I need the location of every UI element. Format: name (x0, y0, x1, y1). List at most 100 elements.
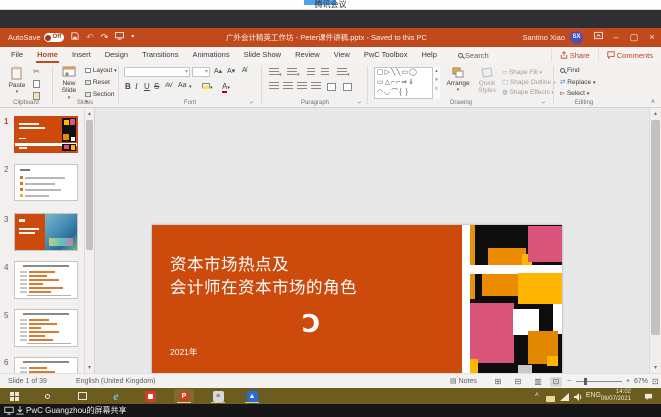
align-left-icon[interactable] (269, 82, 279, 92)
task-view-icon[interactable] (72, 389, 92, 403)
blue-app-icon[interactable]: ▲ (242, 389, 262, 403)
zoom-in-button[interactable]: + (626, 374, 630, 389)
notes-app-icon[interactable]: ≡ (208, 389, 228, 403)
layout-button[interactable]: Layout ▾ (85, 67, 117, 74)
character-spacing-button[interactable]: AV (165, 82, 172, 89)
search-box[interactable]: Search (458, 51, 489, 60)
start-button[interactable] (4, 389, 24, 403)
tab-help[interactable]: Help (414, 47, 443, 63)
columns-icon[interactable] (327, 82, 336, 91)
tab-insert[interactable]: Insert (65, 47, 98, 63)
quick-styles-button[interactable]: Quick Styles (474, 67, 500, 95)
underline-button[interactable]: U (144, 82, 150, 91)
slide-thumbnail-3[interactable] (14, 213, 78, 251)
undo-icon[interactable]: ↶ (86, 28, 94, 47)
comments-button[interactable]: Comments (598, 49, 661, 61)
zoom-slider[interactable] (576, 381, 622, 382)
font-name-combobox[interactable]: ▾ (124, 67, 190, 77)
select-button[interactable]: ▻ Select ▾ (560, 89, 589, 97)
slide-thumbnail-1[interactable] (14, 116, 78, 153)
shape-gallery-scroll[interactable]: ▴ ▾ ≡ (432, 67, 440, 99)
increase-indent-icon[interactable] (321, 68, 329, 78)
gallery-scroll-down-icon[interactable]: ▾ (433, 76, 440, 85)
tab-pwc-toolbox[interactable]: PwC Toolbox (357, 47, 415, 63)
tab-view[interactable]: View (327, 47, 357, 63)
account-user-name[interactable]: Santino Xiao (522, 28, 565, 47)
drawing-dialog-launcher-icon[interactable]: ⌐ (542, 100, 546, 106)
powerpoint-taskbar-icon[interactable]: P (174, 389, 194, 403)
gallery-more-icon[interactable]: ≡ (433, 85, 440, 94)
restore-button[interactable]: ▢ (625, 28, 643, 47)
bullets-icon[interactable]: ▾ (269, 68, 282, 78)
collapse-ribbon-icon[interactable]: ˄ (651, 99, 655, 106)
replace-button[interactable]: ⇄ Replace ▾ (560, 78, 595, 86)
numbering-icon[interactable]: ▾ (287, 68, 300, 78)
scroll-down-icon[interactable]: ▾ (85, 364, 94, 371)
share-button[interactable]: Share (551, 49, 598, 61)
canvas-scroll-up-icon[interactable]: ▴ (650, 110, 661, 117)
font-size-combobox[interactable]: ▾ (192, 67, 210, 77)
gallery-scroll-up-icon[interactable]: ▴ (433, 67, 440, 76)
paragraph-dialog-launcher-icon[interactable]: ⌐ (358, 100, 362, 106)
shape-outline-button[interactable]: ▢ Shape Outline ▾ (502, 78, 556, 86)
tab-animations[interactable]: Animations (185, 47, 236, 63)
notes-button[interactable]: ▤ Notes (450, 374, 477, 389)
clear-formatting-icon[interactable]: A̸ (242, 67, 247, 74)
justify-icon[interactable] (311, 82, 321, 92)
autosave-toggle[interactable]: Off (44, 33, 65, 42)
shape-fill-button[interactable]: ▱ Shape Fill ▾ (502, 68, 542, 76)
tray-expand-icon[interactable]: ˄ (535, 388, 539, 404)
italic-button[interactable]: I (135, 82, 138, 91)
copy-icon[interactable] (33, 79, 40, 88)
red-app-icon[interactable] (140, 389, 160, 403)
align-right-icon[interactable] (297, 82, 307, 92)
decrease-indent-icon[interactable] (307, 68, 315, 78)
find-button[interactable]: Find (560, 67, 580, 74)
view-reading-icon[interactable]: ▥ (532, 377, 544, 387)
slide-thumbnail-4[interactable] (14, 261, 78, 299)
line-spacing-icon[interactable]: ▾ (337, 68, 350, 78)
canvas-scroll-down-icon[interactable]: ▾ (650, 364, 661, 371)
paste-caret-icon[interactable]: ▾ (6, 89, 28, 95)
cut-icon[interactable]: ✂ (33, 67, 40, 76)
align-center-icon[interactable] (283, 82, 293, 92)
minimize-button[interactable]: – (607, 28, 625, 47)
tab-home[interactable]: Home (30, 47, 65, 63)
bold-button[interactable]: B (125, 82, 131, 91)
shrink-font-icon[interactable]: A▾ (227, 67, 235, 75)
tab-design[interactable]: Design (98, 47, 135, 63)
change-case-button[interactable]: Aa (178, 82, 187, 89)
strikethrough-button[interactable]: S (154, 82, 159, 91)
tab-slide-show[interactable]: Slide Show (237, 47, 289, 63)
view-normal-icon[interactable]: ⊞ (492, 377, 504, 387)
scroll-up-icon[interactable]: ▴ (85, 110, 94, 117)
taskbar-search-icon[interactable] (38, 389, 58, 403)
format-painter-icon[interactable] (33, 91, 40, 100)
redo-icon[interactable]: ↷ (101, 28, 109, 47)
tab-file[interactable]: File (4, 47, 30, 63)
text-direction-icon[interactable] (343, 82, 352, 91)
paste-button[interactable]: Paste ▾ (6, 66, 28, 95)
zoom-level[interactable]: 67% (634, 374, 648, 389)
view-slideshow-icon[interactable]: ⊡ (550, 377, 562, 387)
grow-font-icon[interactable]: A▴ (214, 67, 222, 75)
canvas-scrollbar-thumb[interactable] (651, 120, 660, 335)
start-presentation-icon[interactable] (115, 28, 124, 47)
tab-transitions[interactable]: Transitions (135, 47, 185, 63)
ribbon-display-options-icon[interactable] (589, 28, 607, 47)
arrange-button[interactable]: Arrange ▾ (444, 67, 472, 93)
zoom-out-button[interactable]: − (567, 374, 571, 389)
close-button[interactable]: × (643, 28, 661, 47)
highlight-color-button[interactable]: ▾ (202, 82, 213, 91)
shape-gallery[interactable]: ▢▷╲╲▭◯ ▭△⌐⌐⇒⇓ ◠◡⌒{ } (374, 67, 440, 99)
slide-thumbnail-6[interactable] (14, 357, 78, 373)
qat-customize-caret-icon[interactable]: ▾ (131, 28, 134, 47)
tab-review[interactable]: Review (288, 47, 327, 63)
clock[interactable]: 14:02 06/07/2021 (601, 389, 631, 403)
shape-effects-button[interactable]: ◍ Shape Effects ▾ (502, 88, 554, 96)
new-slide-button[interactable]: New Slide ▾ (56, 66, 82, 101)
zoom-slider-thumb[interactable] (584, 378, 587, 385)
font-dialog-launcher-icon[interactable]: ⌐ (250, 100, 254, 106)
slide-title-block[interactable] (152, 225, 462, 385)
view-slide-sorter-icon[interactable]: ⊟ (512, 377, 524, 387)
